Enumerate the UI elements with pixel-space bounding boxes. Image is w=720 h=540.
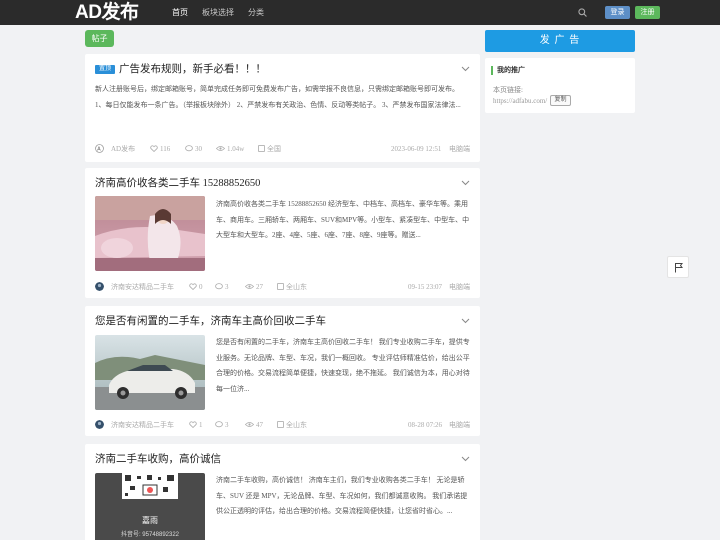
avatar xyxy=(95,282,104,291)
post-card[interactable]: 置顶 广告发布规则，新手必看！！！ 新人注册账号后，绑定邮箱账号，简单完成任务即可… xyxy=(85,54,480,162)
post-platform: 电脑端 xyxy=(449,145,470,153)
like-count: 0 xyxy=(199,283,203,291)
nav-boards[interactable]: 板块选择 xyxy=(202,0,234,25)
nav-home[interactable]: 首页 xyxy=(172,0,188,25)
like-count: 1 xyxy=(199,421,203,429)
post-title[interactable]: 置顶 广告发布规则，新手必看！！！ xyxy=(95,63,266,77)
comment-icon[interactable] xyxy=(215,421,223,428)
post-excerpt: 您是否有闲置的二手车，济南车主高价回收二手车！ 我们专业收购二手车，提供专业服务… xyxy=(216,338,470,393)
promo-url: https://adfabu.com/ xyxy=(493,97,548,105)
top-navbar: AD发布 首页 板块选择 分类 登录 注册 xyxy=(0,0,720,25)
post-region[interactable]: 全山东 xyxy=(286,421,307,429)
post-excerpt: 济南高价收各类二手车 15288852650 经济型车、中档车、高档车、豪华车等… xyxy=(216,200,470,239)
post-title[interactable]: 您是否有闲置的二手车，济南车主高价回收二手车 xyxy=(95,315,326,329)
comment-icon[interactable] xyxy=(215,283,223,290)
post-platform: 电脑端 xyxy=(449,421,470,429)
eye-icon xyxy=(245,284,254,289)
copy-button[interactable]: 复制 xyxy=(550,95,571,106)
post-region[interactable]: 全国 xyxy=(267,145,281,153)
comment-count: 3 xyxy=(225,421,229,429)
register-button[interactable]: 注册 xyxy=(635,6,660,19)
post-date: 2023-06-09 12:51 xyxy=(391,145,442,153)
heart-icon[interactable] xyxy=(150,145,158,152)
pinned-badge: 置顶 xyxy=(95,65,116,74)
comment-count: 30 xyxy=(195,145,202,153)
post-platform: 电脑端 xyxy=(449,283,470,291)
eye-icon xyxy=(216,146,225,151)
nav-categories[interactable]: 分类 xyxy=(248,0,264,25)
comment-icon[interactable] xyxy=(185,145,193,152)
square-icon xyxy=(277,283,284,290)
post-meta: 济南安达精品二手车 0 3 27 全山东 09-15 23:07 电脑端 xyxy=(95,281,470,293)
avatar xyxy=(95,420,104,429)
chevron-down-icon[interactable] xyxy=(461,180,470,186)
view-count: 27 xyxy=(256,283,263,291)
chevron-down-icon[interactable] xyxy=(461,318,470,324)
eye-icon xyxy=(245,422,254,427)
square-icon xyxy=(258,145,265,152)
post-date: 09-15 23:07 xyxy=(408,283,443,291)
post-title[interactable]: 济南高价收各类二手车 15288852650 xyxy=(95,177,260,191)
flag-icon xyxy=(675,263,683,273)
post-title[interactable]: 济南二手车收购，高价诚信 xyxy=(95,453,221,467)
heart-icon[interactable] xyxy=(189,283,197,290)
post-meta: A AD发布 116 30 1.04w 全国 2023-06-09 12:51 … xyxy=(95,143,470,155)
avatar: A xyxy=(95,144,104,153)
post-thumbnail-image[interactable] xyxy=(95,196,205,271)
main-nav: 首页 板块选择 分类 xyxy=(172,0,278,25)
promo-title: 我的推广 xyxy=(491,66,525,75)
promo-label: 本页链接: xyxy=(493,86,523,94)
report-float-button[interactable] xyxy=(667,256,689,278)
qr-note: 抖音号: 95748892322 xyxy=(120,532,180,538)
promo-panel: 我的推广 本页链接: https://adfabu.com/ 复制 xyxy=(485,58,635,113)
site-logo[interactable]: AD发布 xyxy=(75,1,139,25)
post-card[interactable]: 您是否有闲置的二手车，济南车主高价回收二手车 您是否有闲置的二手车，济南车主高价… xyxy=(85,306,480,436)
view-count: 1.04w xyxy=(227,145,245,153)
post-author[interactable]: AD发布 xyxy=(111,143,135,155)
post-author[interactable]: 济南安达精品二手车 xyxy=(111,419,174,431)
post-ad-button[interactable]: 发 广 告 xyxy=(485,30,635,52)
post-card[interactable]: 济南高价收各类二手车 15288852650 济南高价收各类二手车 152888… xyxy=(85,168,480,298)
chevron-down-icon[interactable] xyxy=(461,66,470,72)
post-excerpt: 济南二手车收购，高价诚信！ 济南车主们，我们专业收购各类二手车！ 无论是轿车、S… xyxy=(216,476,468,515)
post-meta: 济南安达精品二手车 1 3 47 全山东 08-28 07:26 电脑端 xyxy=(95,419,470,431)
post-author[interactable]: 济南安达精品二手车 xyxy=(111,281,174,293)
post-date: 08-28 07:26 xyxy=(408,421,443,429)
comment-count: 3 xyxy=(225,283,229,291)
chevron-down-icon[interactable] xyxy=(461,456,470,462)
post-card[interactable]: 济南二手车收购，高价诚信 嘉雨 抖音号: 95748892322 济南二手车收购… xyxy=(85,444,480,540)
post-thumbnail-image[interactable] xyxy=(95,335,205,410)
qr-owner-name: 嘉雨 xyxy=(142,516,158,525)
posts-tag[interactable]: 帖子 xyxy=(85,30,114,47)
square-icon xyxy=(277,421,284,428)
login-button[interactable]: 登录 xyxy=(605,6,630,19)
post-excerpt: 新人注册账号后，绑定邮箱账号，简单完成任务即可免费发布广告，如需举报不良信息，只… xyxy=(95,85,461,109)
like-count: 116 xyxy=(160,145,171,153)
post-region[interactable]: 全山东 xyxy=(286,283,307,291)
search-icon[interactable] xyxy=(578,8,587,17)
post-title-text[interactable]: 广告发布规则，新手必看！！！ xyxy=(119,64,266,75)
view-count: 47 xyxy=(256,421,263,429)
post-thumbnail-image[interactable]: 嘉雨 抖音号: 95748892322 xyxy=(95,473,205,540)
heart-icon[interactable] xyxy=(189,421,197,428)
